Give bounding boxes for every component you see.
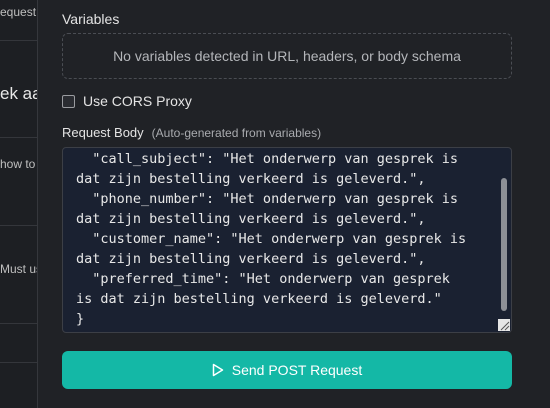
- request-body-label: Request Body: [62, 125, 144, 140]
- request-body-hint: (Auto-generated from variables): [151, 126, 322, 140]
- editor-scrollbar[interactable]: [501, 178, 507, 311]
- panel-text-fragment: how to: [0, 157, 36, 171]
- background-panel: equest. ek aan how to Must us: [0, 0, 38, 408]
- cors-proxy-label[interactable]: Use CORS Proxy: [83, 93, 192, 109]
- divider: [0, 40, 37, 41]
- variables-empty-box: No variables detected in URL, headers, o…: [62, 33, 512, 79]
- request-body-code[interactable]: "call_subject": "Het onderwerp van gespr…: [76, 149, 491, 329]
- send-button-label: Send POST Request: [231, 362, 363, 378]
- request-body-editor[interactable]: "call_subject": "Het onderwerp van gespr…: [62, 147, 512, 333]
- request-body-header: Request Body (Auto-generated from variab…: [62, 125, 321, 140]
- variables-label: Variables: [62, 11, 120, 27]
- divider: [0, 362, 37, 363]
- send-post-request-button[interactable]: Send POST Request: [62, 351, 512, 389]
- divider: [0, 323, 37, 324]
- cors-proxy-checkbox[interactable]: [62, 94, 75, 108]
- variables-empty-message: No variables detected in URL, headers, o…: [113, 48, 461, 64]
- panel-text-fragment: ek aan: [0, 84, 37, 103]
- play-icon: [212, 363, 224, 377]
- divider: [0, 225, 37, 226]
- request-panel: Variables No variables detected in URL, …: [38, 0, 550, 408]
- cors-proxy-option[interactable]: Use CORS Proxy: [62, 93, 192, 109]
- panel-text-fragment: Must us: [0, 262, 38, 276]
- panel-text-fragment: equest.: [0, 5, 38, 19]
- resize-handle-icon[interactable]: [498, 319, 510, 331]
- divider: [0, 137, 37, 138]
